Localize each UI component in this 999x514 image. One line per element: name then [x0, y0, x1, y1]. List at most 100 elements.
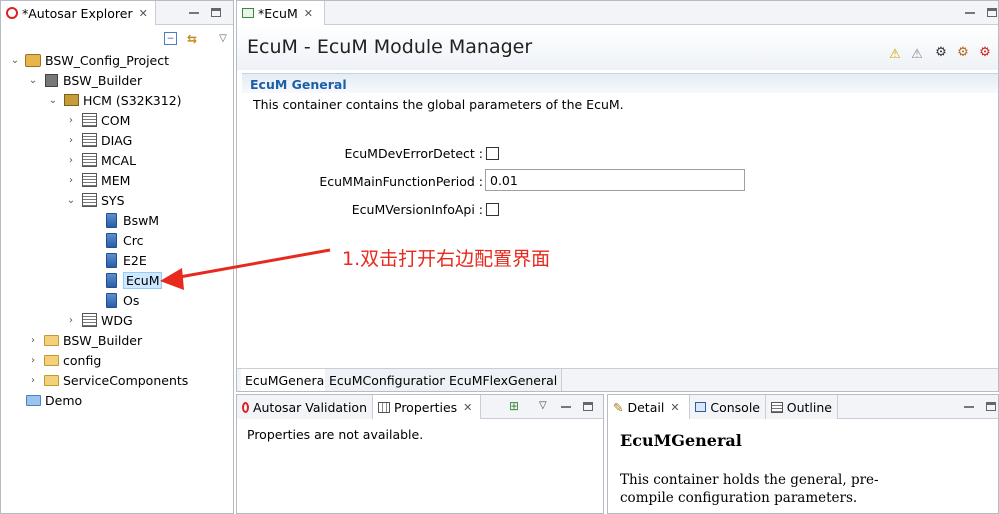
- minimize-button[interactable]: [964, 398, 974, 414]
- view-menu-icon[interactable]: ▽: [215, 30, 231, 46]
- builder-icon: [43, 72, 59, 88]
- tab-autosar-explorer[interactable]: *Autosar Explorer ✕: [1, 1, 156, 25]
- tree-item-bsw-builder[interactable]: ⌄ BSW_Builder: [27, 70, 142, 90]
- tab-ecum-configuration[interactable]: EcuMConfiguration: [325, 369, 453, 391]
- chevron-right-icon[interactable]: ›: [27, 355, 39, 366]
- chevron-right-icon[interactable]: ›: [65, 315, 77, 326]
- chevron-right-icon[interactable]: ›: [65, 135, 77, 146]
- chevron-right-icon[interactable]: ›: [65, 155, 77, 166]
- tree-item-wdg[interactable]: › WDG: [65, 310, 133, 330]
- maximize-button[interactable]: [211, 4, 221, 20]
- minimize-button[interactable]: [189, 4, 199, 20]
- tab-label: Detail: [627, 399, 665, 415]
- pin-icon[interactable]: ⊞: [509, 398, 519, 414]
- minimize-button[interactable]: [965, 4, 975, 20]
- main-function-period-input[interactable]: 0.01: [485, 169, 745, 191]
- tab-label: *Autosar Explorer: [22, 5, 133, 21]
- tab-properties[interactable]: Properties ✕: [373, 395, 481, 419]
- chevron-down-icon[interactable]: ⌄: [9, 55, 21, 66]
- tab-outline[interactable]: Outline: [766, 395, 838, 419]
- autosar-icon: [6, 7, 18, 19]
- tab-ecum[interactable]: *EcuM ✕: [237, 1, 325, 25]
- close-icon[interactable]: ✕: [139, 7, 148, 20]
- collapse-all-icon[interactable]: −: [164, 32, 177, 45]
- tree-item-diag[interactable]: › DIAG: [65, 130, 132, 150]
- tree-item-hcm[interactable]: ⌄ HCM (S32K312): [47, 90, 182, 110]
- chevron-right-icon[interactable]: ›: [65, 175, 77, 186]
- tree-item-bswm[interactable]: BswM: [103, 210, 159, 230]
- tree-item-label: MCAL: [101, 152, 137, 168]
- tree-item-bsw-builder-folder[interactable]: › BSW_Builder: [27, 330, 142, 350]
- module-icon: [103, 292, 119, 308]
- tree-item-e2e[interactable]: E2E: [103, 250, 147, 270]
- tree-item-label: BswM: [123, 212, 160, 228]
- tree-item-com[interactable]: › COM: [65, 110, 130, 130]
- tree-item-label: Crc: [123, 232, 144, 248]
- tree-item-label: DIAG: [101, 132, 133, 148]
- hardware-icon: [63, 92, 79, 108]
- settings-icon[interactable]: ⚙: [933, 44, 949, 60]
- warning-icon[interactable]: ⚠: [887, 46, 903, 62]
- tree-item-ecum[interactable]: EcuM: [103, 270, 163, 290]
- warning-gray-icon[interactable]: ⚠: [909, 46, 925, 62]
- detail-tabbar: ✎ Detail ✕ Console Outline: [608, 395, 998, 419]
- generate-icon[interactable]: ⚙: [955, 44, 971, 60]
- list-icon: [81, 312, 97, 328]
- tab-console[interactable]: Console: [690, 395, 766, 419]
- close-icon[interactable]: ✕: [304, 7, 313, 20]
- module-icon: [103, 252, 119, 268]
- tab-label: Console: [710, 399, 760, 415]
- tree-item-mem[interactable]: › MEM: [65, 170, 130, 190]
- tab-ecum-general[interactable]: EcuMGeneral: [241, 369, 333, 391]
- tree-item-mcal[interactable]: › MCAL: [65, 150, 136, 170]
- chevron-down-icon[interactable]: ⌄: [47, 95, 59, 106]
- maximize-button[interactable]: [986, 398, 996, 414]
- section-header: EcuM General: [242, 73, 998, 93]
- tree-item-label: COM: [101, 112, 131, 128]
- tree-item-config[interactable]: › config: [27, 350, 101, 370]
- link-with-editor-icon[interactable]: ⇆: [184, 31, 200, 47]
- tab-detail[interactable]: ✎ Detail ✕: [608, 395, 690, 419]
- tree-item-demo[interactable]: Demo: [25, 390, 82, 410]
- chevron-right-icon[interactable]: ›: [27, 335, 39, 346]
- close-icon[interactable]: ✕: [670, 401, 679, 414]
- tree-item-bsw-config-project[interactable]: ⌄ BSW_Config_Project: [9, 50, 169, 70]
- tab-autosar-validation[interactable]: Autosar Validation: [237, 395, 373, 419]
- chevron-right-icon[interactable]: ›: [65, 115, 77, 126]
- chevron-down-icon[interactable]: ⌄: [65, 195, 77, 206]
- explorer-tabbar: *Autosar Explorer ✕: [1, 1, 233, 25]
- editor-header: EcuM - EcuM Module Manager ⚠ ⚠ ⚙ ⚙ ⚙: [237, 26, 998, 70]
- chevron-down-icon[interactable]: ⌄: [27, 75, 39, 86]
- maximize-button[interactable]: [987, 4, 997, 20]
- tree-item-label: BSW_Builder: [63, 72, 143, 88]
- tree-item-crc[interactable]: Crc: [103, 230, 143, 250]
- tree-item-service-components[interactable]: › ServiceComponents: [27, 370, 188, 390]
- list-icon: [81, 132, 97, 148]
- detail-panel: ✎ Detail ✕ Console Outline EcuMGeneral T…: [607, 394, 999, 514]
- properties-panel: Autosar Validation Properties ✕ ⊞ ▽ Prop…: [236, 394, 604, 514]
- tree-item-os[interactable]: Os: [103, 290, 139, 310]
- minimize-button[interactable]: [561, 398, 571, 414]
- tab-ecum-flex-general[interactable]: EcuMFlexGeneral: [445, 369, 563, 391]
- section-title: EcuM General: [250, 77, 347, 92]
- folder-icon: [25, 392, 41, 408]
- maximize-button[interactable]: [583, 398, 593, 414]
- tree-item-sys[interactable]: ⌄ SYS: [65, 190, 125, 210]
- detail-heading: EcuMGeneral: [620, 431, 742, 450]
- tree-item-label: SYS: [101, 192, 125, 208]
- module-icon: [103, 212, 119, 228]
- version-info-api-checkbox[interactable]: [486, 203, 499, 216]
- properties-icon: [378, 401, 390, 413]
- chevron-right-icon[interactable]: ›: [27, 375, 39, 386]
- main-function-period-label: EcuMMainFunctionPeriod :: [319, 174, 483, 189]
- tree-item-label: WDG: [101, 312, 133, 328]
- dev-error-detect-checkbox[interactable]: [486, 147, 499, 160]
- tab-label: Outline: [786, 399, 832, 415]
- folder-icon: [43, 372, 59, 388]
- editor-tabbar: *EcuM ✕: [237, 1, 998, 25]
- close-icon[interactable]: ✕: [463, 401, 472, 414]
- tab-label: *EcuM: [258, 5, 298, 21]
- validate-icon[interactable]: ⚙: [977, 44, 993, 60]
- view-menu-icon[interactable]: ▽: [539, 398, 547, 414]
- version-info-api-label: EcuMVersionInfoApi :: [351, 202, 483, 217]
